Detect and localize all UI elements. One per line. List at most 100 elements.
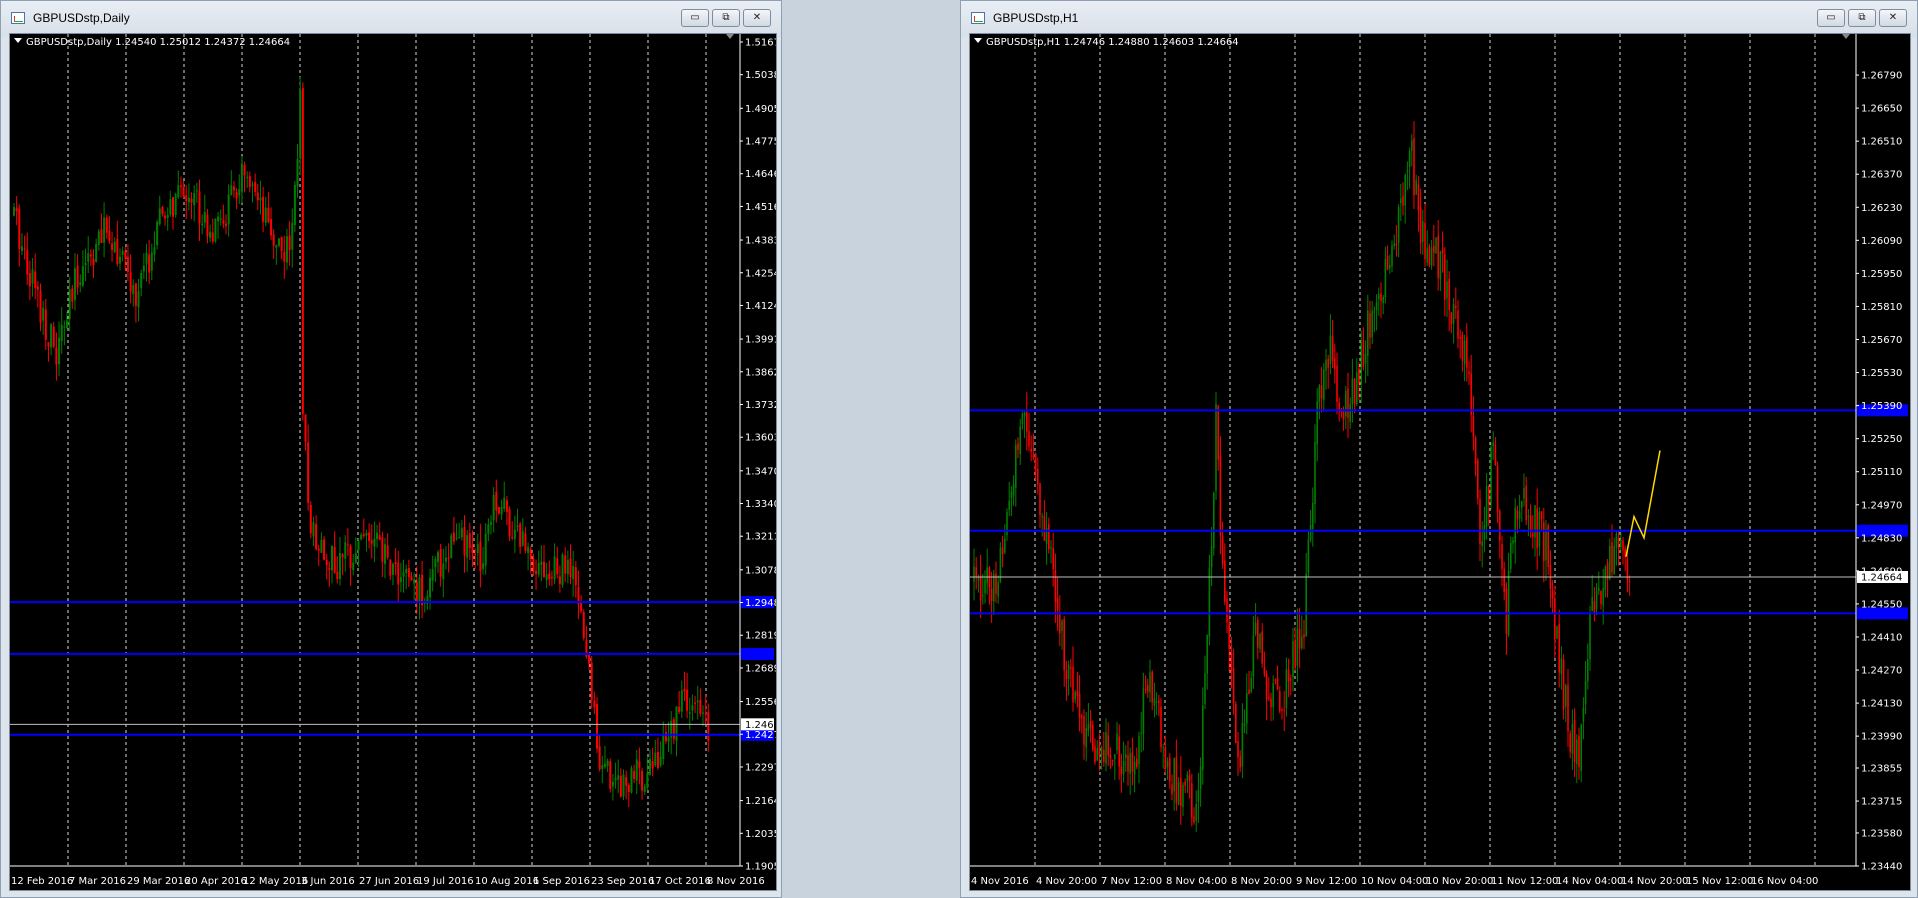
candle — [1576, 734, 1578, 784]
daily-window-titlebar[interactable]: GBPUSDstp,Daily ▭ ⧉ ✕ — [1, 1, 781, 37]
candle — [1356, 358, 1358, 407]
candle — [1021, 411, 1024, 430]
candle-body — [490, 522, 492, 525]
candle-body — [537, 562, 540, 575]
price-tick-label: 1.33405 — [745, 499, 776, 510]
price-tick-label: 1.34700 — [745, 466, 776, 477]
h1-chart-window[interactable]: GBPUSDstp,H1 ▭ ⧉ ✕ 4 Nov 2016 4 Nov 20:00 7 … — [960, 0, 1918, 898]
candle-body — [1109, 755, 1112, 759]
candle — [1111, 759, 1114, 767]
candle — [1012, 475, 1015, 506]
candle-body — [1488, 485, 1490, 504]
forecast-zigzag-line[interactable] — [1625, 450, 1661, 557]
candle — [23, 235, 26, 260]
minimize-button[interactable]: ▭ — [1817, 9, 1845, 27]
candle — [185, 185, 188, 220]
price-tick-label: 1.50380 — [745, 70, 776, 81]
close-button[interactable]: ✕ — [743, 9, 771, 27]
chart-menu-icon[interactable] — [14, 38, 22, 43]
candle-body — [1067, 664, 1070, 680]
candle-body — [227, 194, 230, 225]
candle-body — [1580, 725, 1582, 772]
chart-shift-icon[interactable] — [1842, 34, 1850, 39]
candle — [1628, 575, 1631, 596]
daily-candlestick-chart[interactable]: 12 Feb 20167 Mar 2016 29 Mar 201620 Apr 2… — [10, 34, 776, 890]
candle-body — [1169, 757, 1171, 782]
candle — [1151, 669, 1153, 711]
candle — [140, 269, 143, 297]
candle — [1312, 487, 1314, 547]
candle — [460, 520, 463, 541]
candle-body — [556, 558, 559, 574]
h1-chart-area[interactable]: 4 Nov 2016 4 Nov 20:00 7 Nov 12:00 8 Nov 04… — [969, 33, 1911, 891]
candle — [280, 236, 283, 260]
candle — [232, 180, 235, 198]
candle-body — [593, 700, 596, 708]
candle-body — [126, 256, 129, 272]
restore-button[interactable]: ⧉ — [1848, 9, 1876, 27]
h1-candlestick-chart[interactable]: 4 Nov 2016 4 Nov 20:00 7 Nov 12:00 8 Nov 04… — [970, 34, 1910, 890]
candle — [39, 283, 42, 332]
h1-window-titlebar[interactable]: GBPUSDstp,H1 ▭ ⧉ ✕ — [961, 1, 1917, 37]
candle — [1439, 250, 1442, 292]
chart-shift-icon[interactable] — [726, 34, 734, 39]
candle-body — [116, 238, 119, 265]
candle-body — [979, 574, 982, 600]
candle — [1162, 743, 1164, 769]
candle-body — [187, 197, 190, 203]
symbol-ohlc-label: GBPUSDstp,H1 1.24746 1.24880 1.24603 1.2… — [986, 37, 1239, 48]
daily-chart-window[interactable]: GBPUSDstp,Daily ▭ ⧉ ✕ 12 Feb 2016 7 Mar 201… — [0, 0, 782, 898]
candle — [468, 522, 471, 560]
candle-body — [20, 246, 23, 252]
candle-body — [1276, 678, 1279, 690]
candle — [1276, 665, 1279, 691]
candle — [1406, 161, 1409, 191]
candle — [60, 307, 63, 354]
candle-body — [1312, 502, 1314, 529]
price-tick-label: 1.29485 — [745, 598, 776, 609]
candle — [394, 548, 397, 576]
candle — [1615, 530, 1618, 566]
close-button[interactable]: ✕ — [1879, 9, 1907, 27]
candle — [662, 721, 665, 765]
price-tick-label: 1.42540 — [745, 268, 776, 279]
candle — [1433, 225, 1435, 267]
candle-body — [1595, 591, 1598, 610]
candle-body — [511, 537, 514, 539]
candle — [521, 518, 524, 547]
chart-menu-icon[interactable] — [974, 38, 982, 43]
candle — [1617, 530, 1620, 566]
candle — [1301, 615, 1303, 651]
candle — [1369, 300, 1371, 350]
candle-body — [1364, 353, 1367, 364]
candle-body — [476, 543, 479, 554]
candle — [87, 236, 90, 273]
candle — [1074, 689, 1076, 704]
candle-body — [1507, 570, 1510, 636]
candle-body — [1065, 670, 1068, 680]
candle — [1217, 404, 1219, 471]
candle — [1050, 540, 1052, 564]
candle — [44, 298, 47, 351]
candle-body — [1043, 516, 1046, 541]
candle — [1063, 616, 1065, 687]
minimize-button[interactable]: ▭ — [681, 9, 709, 27]
candle — [1481, 521, 1483, 568]
candle — [315, 515, 318, 551]
candle — [344, 535, 347, 572]
restore-button[interactable]: ⧉ — [712, 9, 740, 27]
daily-chart-area[interactable]: 12 Feb 2016 7 Mar 2016 29 Mar 2016 20 Apr 2… — [9, 33, 777, 891]
x-tick-label: 14 Nov 20:00 — [1621, 876, 1688, 887]
price-tick-label: 1.32110 — [745, 532, 776, 543]
price-tick-label: 1.25565 — [745, 697, 776, 708]
candle — [1367, 294, 1369, 376]
candle-body — [132, 284, 135, 295]
candle — [291, 208, 294, 268]
candle-body — [566, 559, 569, 574]
candle-body — [1164, 747, 1167, 769]
candle — [1516, 505, 1519, 534]
candle-body — [1309, 525, 1312, 540]
candle-body — [1510, 542, 1512, 569]
candle-body — [1158, 700, 1160, 703]
candle — [511, 521, 514, 541]
